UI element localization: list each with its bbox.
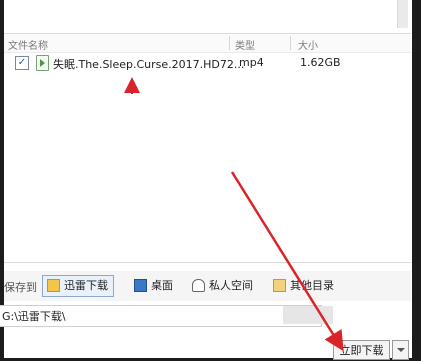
red-arrow-to-download xyxy=(230,171,344,352)
annotation-overlay xyxy=(124,77,344,352)
